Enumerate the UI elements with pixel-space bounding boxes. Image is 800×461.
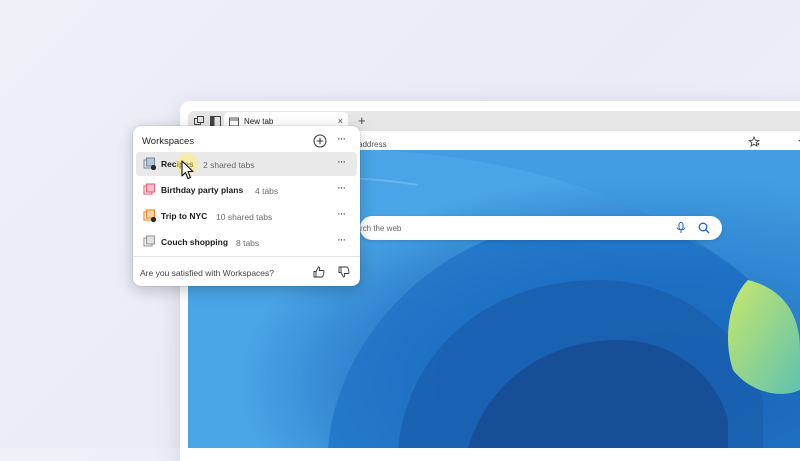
workspace-name: Trip to NYC [161,211,208,221]
shared-workspace-icon [143,209,157,223]
workspaces-flyout: Workspaces ··· Recipes 2 shared tabs ···… [133,126,360,286]
search-icon[interactable] [698,222,710,234]
workspace-item-trip-to-nyc[interactable]: Trip to NYC 10 shared tabs ··· [136,204,357,228]
workspace-tab-count: 10 shared tabs [216,211,273,222]
workspace-tab-count: 8 tabs [236,237,260,248]
add-workspace-icon[interactable] [313,134,327,148]
search-placeholder: rch the web [360,224,402,233]
workspace-more-options-button[interactable]: ··· [337,234,346,246]
workspaces-title: Workspaces [142,136,195,147]
workspace-name: Birthday party plans [161,185,244,195]
workspace-icon [143,183,156,195]
workspace-more-options-button[interactable]: ··· [337,182,346,194]
add-favorite-icon[interactable] [748,136,760,148]
workspace-more-options-button[interactable]: ··· [337,156,346,168]
web-search-box[interactable]: rch the web [360,216,722,240]
tab-title: New tab [244,117,274,126]
workspace-icon [143,235,156,247]
mouse-cursor-icon [181,160,194,180]
workspace-more-options-button[interactable]: ··· [337,208,346,220]
workspace-item-couch-shopping[interactable]: Couch shopping 8 tabs ··· [136,230,357,254]
workspace-tab-count: 2 shared tabs [203,159,255,170]
thumbs-up-icon[interactable] [313,266,325,278]
new-tab-favicon-icon [229,117,239,126]
divider [133,256,360,257]
thumbs-down-icon[interactable] [338,266,350,278]
workspace-name: Couch shopping [161,237,229,247]
workspace-tab-count: 4 tabs [255,185,279,196]
new-tab-button[interactable]: + [358,112,366,129]
workspace-item-recipes[interactable]: Recipes 2 shared tabs ··· [136,152,357,176]
feedback-question: Are you satisfied with Workspaces? [140,268,275,278]
microphone-icon[interactable] [676,222,686,234]
workspace-item-birthday-party-plans[interactable]: Birthday party plans 4 tabs ··· [136,178,357,202]
workspaces-more-options-button[interactable]: ··· [337,133,346,145]
shared-workspace-icon [143,157,157,171]
tab-close-icon[interactable]: × [338,116,343,126]
address-bar[interactable]: address [358,140,386,149]
